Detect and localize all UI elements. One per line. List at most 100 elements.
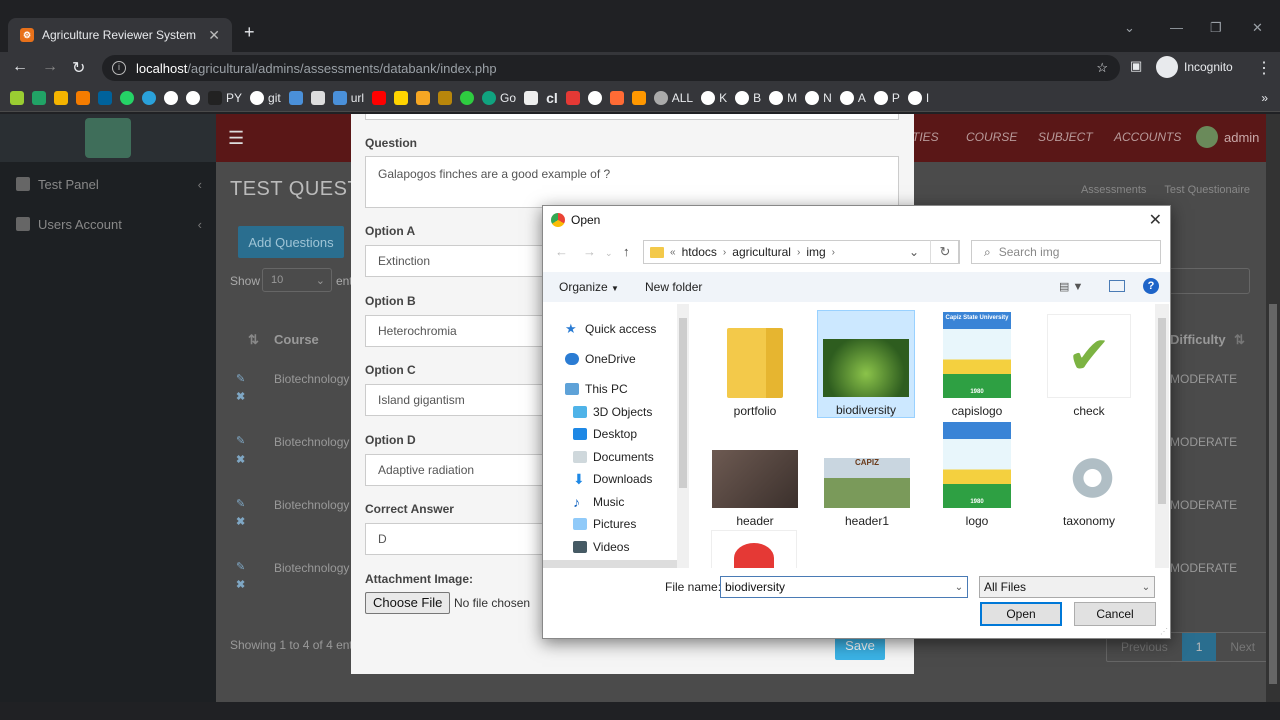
edit-icon[interactable]: ✎ [236,372,245,385]
bookmark[interactable]: A [839,88,866,108]
page-scrollbar[interactable] [1266,114,1280,702]
sidebar-item-users-account[interactable]: Users Account ‹ [16,214,202,234]
bookmark[interactable] [394,88,409,108]
bookmark[interactable]: N [805,88,832,108]
nav-music[interactable]: ♪ Music [573,495,624,509]
site-info-icon[interactable]: i [112,61,126,75]
new-tab-icon[interactable]: + [244,22,255,43]
side-panel-icon[interactable]: ▣ [1130,58,1142,74]
path-segment-htdocs[interactable]: htdocs [682,245,717,259]
nav-link-accounts[interactable]: ACCOUNTS [1114,130,1181,144]
file-item-partial[interactable] [711,530,797,568]
table-search-input[interactable] [1168,268,1250,294]
chevron-right-icon[interactable]: › [797,247,800,258]
resize-grip-icon[interactable]: ⋰ [1160,627,1168,636]
delete-icon[interactable]: ✖ [236,453,245,466]
address-bar[interactable]: i localhost /agricultural/admins/assessm… [102,55,1120,81]
col-course[interactable]: Course [274,332,319,347]
file-scrollbar[interactable] [1155,304,1169,568]
bookmark[interactable]: url [332,88,364,108]
edit-icon[interactable]: ✎ [236,497,245,510]
bookmark[interactable]: M [769,88,797,108]
bookmark[interactable]: B [735,88,761,108]
bookmark[interactable]: K [701,88,727,108]
file-item-capislogo[interactable]: Capiz State University 1980 capislogo [927,310,1027,418]
nav-onedrive[interactable]: OneDrive [565,352,636,366]
scroll-thumb[interactable] [1158,318,1166,504]
tab-close-icon[interactable]: ✕ [208,27,220,44]
organize-menu[interactable]: Organize ▼ [559,280,619,294]
back-icon[interactable]: ← [12,58,28,76]
file-item-biodiversity[interactable]: biodiversity [817,310,915,418]
bookmark[interactable] [32,88,46,108]
cancel-button[interactable]: Cancel [1074,602,1156,626]
bookmark[interactable]: cl [546,88,558,108]
nav-link-course[interactable]: COURSE [966,130,1017,144]
window-close-icon[interactable]: ✕ [1252,20,1263,36]
bookmark[interactable] [587,88,602,108]
view-options-icon[interactable]: ▤ ▼ [1059,280,1083,293]
nav-local-disk-partial[interactable] [543,560,677,568]
nav-videos[interactable]: Videos [573,540,629,554]
incognito-indicator[interactable]: Incognito [1156,56,1233,78]
dialog-back-icon[interactable]: ← [555,244,568,259]
file-item-header[interactable]: header [705,420,805,528]
bookmark[interactable] [460,88,475,108]
scroll-thumb[interactable] [1269,304,1277,684]
user-menu[interactable]: admin [1196,126,1259,148]
sort-icon[interactable]: ⇅ [1234,332,1245,348]
bookmark[interactable] [565,88,580,108]
bookmark[interactable] [609,88,624,108]
bookmark[interactable]: git [250,88,281,108]
sidebar-item-test-panel[interactable]: Test Panel ‹ [16,174,202,194]
path-segment-agricultural[interactable]: agricultural [732,245,791,259]
sort-icon[interactable]: ⇅ [248,332,259,348]
dialog-close-icon[interactable]: ✕ [1149,210,1162,230]
file-item-portfolio[interactable]: portfolio [705,310,805,418]
pagination-page-1[interactable]: 1 [1181,633,1217,661]
bookmark[interactable] [372,88,387,108]
nav-quick-access[interactable]: ★ Quick access [565,322,656,336]
file-name-input[interactable]: biodiversity ⌄ [720,576,968,598]
nav-documents[interactable]: Documents [573,450,654,464]
bookmark-star-icon[interactable]: ☆ [1096,60,1108,76]
bookmark[interactable]: PY [208,88,242,108]
nav-3d-objects[interactable]: 3D Objects [573,405,652,419]
open-button[interactable]: Open [980,602,1062,626]
choose-file-button[interactable]: Choose File [365,592,451,614]
bookmark[interactable] [310,88,325,108]
minimize-icon[interactable]: — [1170,20,1183,35]
bookmark[interactable]: ALL [653,88,693,108]
nav-desktop[interactable]: Desktop [573,427,637,441]
entries-select[interactable]: 10 ⌄ [262,268,332,292]
nav-downloads[interactable]: ⬇ Downloads [573,472,652,486]
tab-search-icon[interactable]: ⌄ [1124,20,1135,36]
path-segment-img[interactable]: img [806,245,825,259]
bookmark[interactable] [438,88,453,108]
chevron-down-icon[interactable]: ⌄ [951,582,967,593]
chevron-down-icon[interactable]: ⌄ [902,245,926,259]
bookmark[interactable]: P [873,88,900,108]
bookmark[interactable] [10,88,24,108]
nav-link-subject[interactable]: SUBJECT [1038,130,1093,144]
nav-pictures[interactable]: Pictures [573,517,636,531]
file-item-check[interactable]: ✔ check [1039,310,1139,418]
delete-icon[interactable]: ✖ [236,578,245,591]
bookmark[interactable] [98,88,112,108]
nav-link-ties[interactable]: TIES [912,130,939,144]
up-folder-icon[interactable]: ↑ [623,244,630,259]
hamburger-icon[interactable]: ☰ [228,128,244,149]
nav-scrollbar[interactable] [677,304,689,568]
path-overflow[interactable]: « [670,247,676,258]
preview-pane-icon[interactable] [1109,280,1125,292]
bookmark[interactable] [524,88,539,108]
question-textarea[interactable]: Galapogos finches are a good example of … [365,156,899,208]
nav-this-pc[interactable]: This PC [565,382,628,396]
file-item-logo[interactable]: 1980 logo [927,420,1027,528]
help-icon[interactable]: ? [1143,278,1159,294]
bookmark[interactable] [76,88,90,108]
chevron-right-icon[interactable]: › [723,247,726,258]
bookmark[interactable] [186,88,200,108]
dialog-forward-icon[interactable]: → [583,244,596,259]
more-bookmarks-icon[interactable]: » [1261,88,1268,108]
